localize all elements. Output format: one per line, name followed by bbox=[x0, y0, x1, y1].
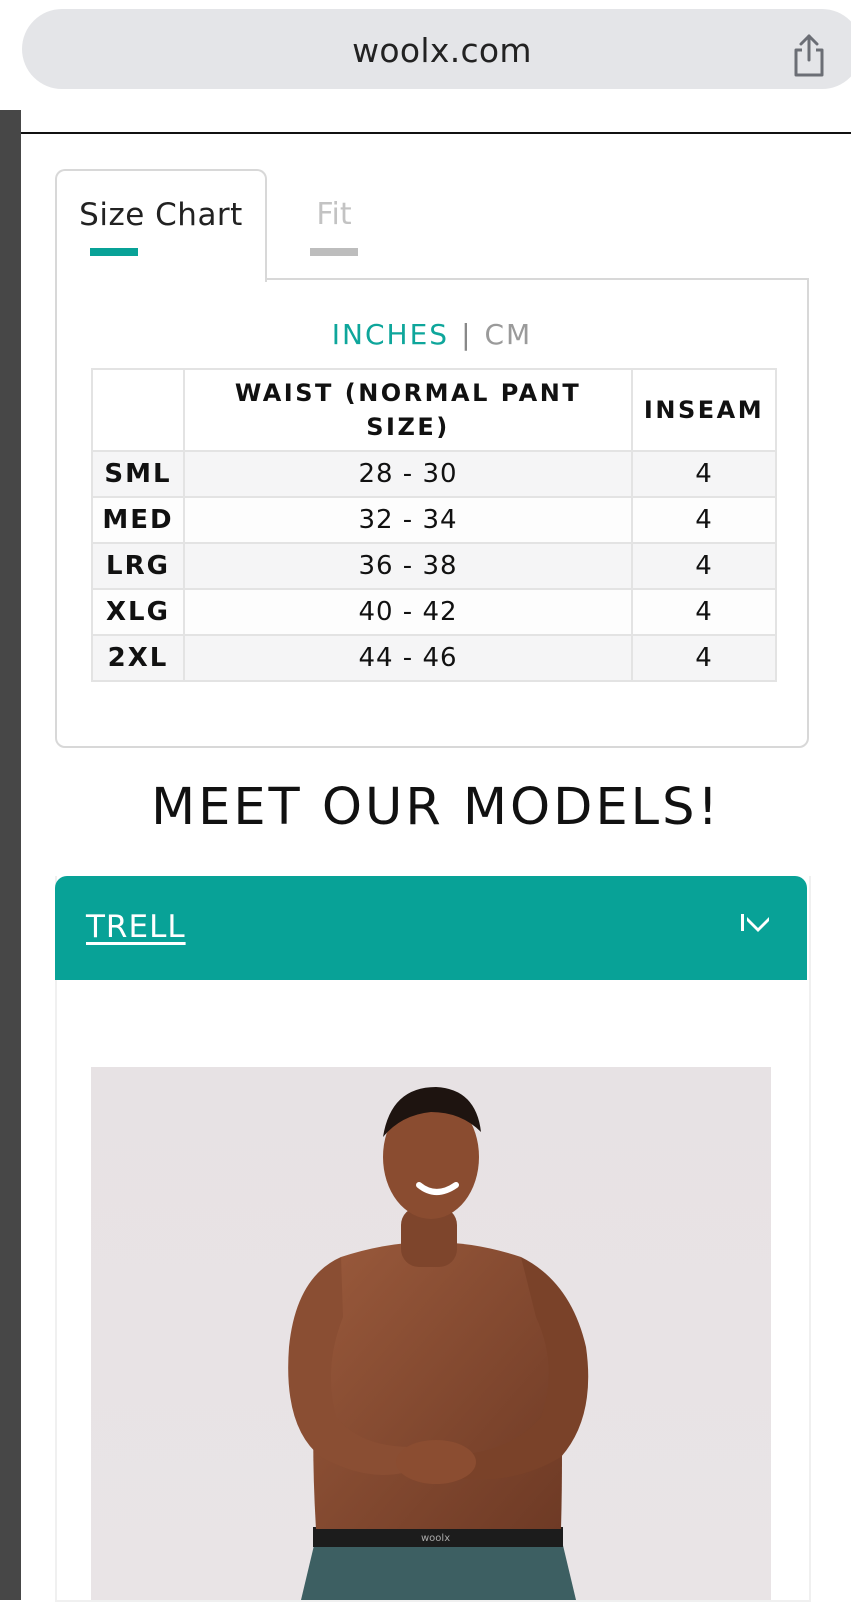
size-table: WAIST (NORMAL PANT SIZE) INSEAM SML 28 -… bbox=[91, 368, 777, 682]
table-header-inseam: INSEAM bbox=[631, 368, 777, 452]
row-size: SML bbox=[91, 450, 185, 498]
accordion-header-trell[interactable]: TRELL bbox=[55, 876, 807, 980]
tab-active-indicator bbox=[90, 248, 138, 256]
row-size: LRG bbox=[91, 542, 185, 590]
row-waist: 32 - 34 bbox=[183, 496, 633, 544]
divider bbox=[21, 132, 851, 134]
row-waist: 44 - 46 bbox=[183, 634, 633, 682]
browser-toolbar: woolx.com bbox=[0, 0, 851, 111]
unit-toggle: INCHES | CM bbox=[57, 318, 807, 351]
row-waist: 36 - 38 bbox=[183, 542, 633, 590]
model-photo: woolx bbox=[91, 1067, 771, 1600]
waistband-text: woolx bbox=[421, 1533, 450, 1544]
tab-size-chart[interactable]: Size Chart bbox=[55, 169, 267, 282]
tab-fit[interactable]: Fit bbox=[279, 169, 389, 279]
table-row: XLG 40 - 42 4 bbox=[91, 588, 777, 636]
table-row: 2XL 44 - 46 4 bbox=[91, 634, 777, 682]
row-size: MED bbox=[91, 496, 185, 544]
row-inseam: 4 bbox=[631, 496, 777, 544]
model-illustration: woolx bbox=[288, 1087, 589, 1600]
row-inseam: 4 bbox=[631, 588, 777, 636]
accordion-title[interactable]: TRELL bbox=[86, 909, 186, 945]
unit-separator: | bbox=[461, 318, 473, 351]
tab-fit-label: Fit bbox=[316, 197, 352, 232]
row-size: XLG bbox=[91, 588, 185, 636]
chevron-down-icon[interactable] bbox=[741, 913, 769, 933]
page-content: Size Chart Fit INCHES | CM WAIST (NORMAL P… bbox=[21, 110, 851, 1602]
table-row: SML 28 - 30 4 bbox=[91, 450, 777, 498]
share-icon[interactable] bbox=[785, 31, 833, 79]
tab-size-chart-label: Size Chart bbox=[79, 197, 243, 233]
table-header-waist-label: WAIST (NORMAL PANT SIZE) bbox=[234, 379, 582, 441]
table-header-waist: WAIST (NORMAL PANT SIZE) bbox=[183, 368, 633, 452]
row-inseam: 4 bbox=[631, 634, 777, 682]
table-header-size bbox=[91, 368, 185, 452]
row-inseam: 4 bbox=[631, 450, 777, 498]
unit-inches[interactable]: INCHES bbox=[332, 318, 449, 351]
unit-cm[interactable]: CM bbox=[485, 318, 533, 351]
url-text[interactable]: woolx.com bbox=[22, 31, 851, 70]
section-heading: MEET OUR MODELS! bbox=[151, 778, 721, 837]
row-waist: 40 - 42 bbox=[183, 588, 633, 636]
row-size: 2XL bbox=[91, 634, 185, 682]
table-row: MED 32 - 34 4 bbox=[91, 496, 777, 544]
size-chart-panel: INCHES | CM WAIST (NORMAL PANT SIZE) INSEA… bbox=[55, 278, 809, 748]
tab-inactive-indicator bbox=[310, 248, 358, 256]
table-row: LRG 36 - 38 4 bbox=[91, 542, 777, 590]
row-waist: 28 - 30 bbox=[183, 450, 633, 498]
row-inseam: 4 bbox=[631, 542, 777, 590]
sidebar-strip bbox=[0, 110, 21, 1600]
address-bar[interactable]: woolx.com bbox=[22, 9, 851, 89]
